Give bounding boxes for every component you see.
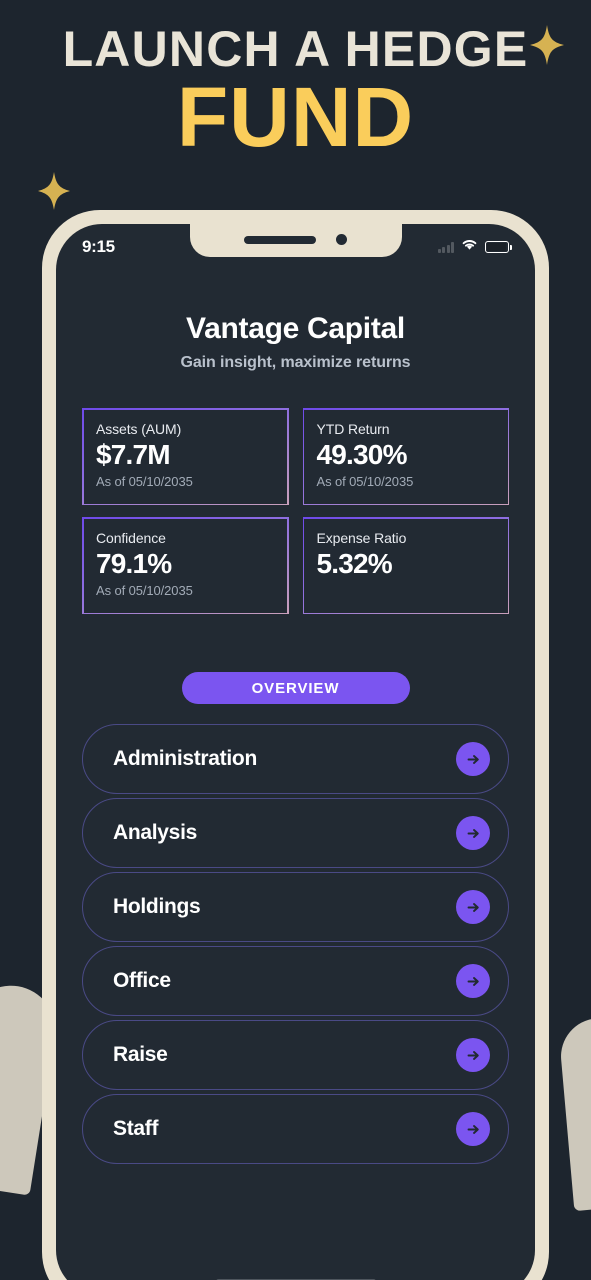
stat-card-expense-ratio: Expense Ratio 5.32%	[302, 517, 509, 614]
stat-value: 79.1%	[96, 548, 172, 579]
poster-canvas: LAUNCH A HEDGE FUND 9:15 Vantage Capital…	[0, 0, 591, 1280]
menu-item-administration[interactable]: Administration	[82, 724, 509, 794]
phone-frame: 9:15 Vantage Capital Gain insight, maxim…	[42, 210, 549, 1280]
headline-line-1: LAUNCH A HEDGE	[62, 21, 529, 77]
stat-value: $7.7M	[96, 439, 171, 470]
stat-label: Confidence	[96, 530, 166, 546]
stat-card-assets: Assets (AUM) $7.7M As of 05/10/2035	[82, 408, 289, 505]
stat-label: Expense Ratio	[316, 530, 407, 546]
stat-value: 5.32%	[316, 548, 393, 579]
stat-card-ytd-return: YTD Return 49.30% As of 05/10/2035	[302, 408, 509, 505]
arrow-right-icon[interactable]	[456, 1112, 490, 1146]
menu-item-label: Analysis	[113, 821, 197, 844]
stat-asof-date: As of 05/10/2035	[96, 474, 193, 490]
background-shape-right	[557, 1014, 591, 1212]
stat-asof-date: As of 05/10/2035	[96, 583, 193, 599]
stats-grid: Assets (AUM) $7.7M As of 05/10/2035 YTD …	[82, 408, 509, 614]
arrow-right-icon[interactable]	[456, 742, 490, 776]
signal-bars-icon	[437, 241, 454, 253]
page-title: Vantage Capital	[186, 312, 405, 345]
stat-label: Assets (AUM)	[96, 421, 182, 437]
menu-list: Administration Analysis Holdings Office …	[82, 724, 509, 1164]
front-camera-icon	[336, 234, 347, 245]
menu-item-label: Raise	[113, 1043, 168, 1066]
overview-button[interactable]: OVERVIEW	[181, 672, 410, 704]
arrow-right-icon[interactable]	[456, 1038, 490, 1072]
battery-icon	[485, 241, 512, 253]
menu-item-office[interactable]: Office	[82, 946, 509, 1016]
stat-card-confidence: Confidence 79.1% As of 05/10/2035	[82, 517, 289, 614]
phone-notch	[189, 224, 402, 257]
arrow-right-icon[interactable]	[456, 816, 490, 850]
menu-item-label: Staff	[113, 1117, 159, 1140]
poster-headline: LAUNCH A HEDGE FUND	[0, 21, 591, 164]
menu-item-analysis[interactable]: Analysis	[82, 798, 509, 868]
app-content: Vantage Capital Gain insight, maximize r…	[56, 276, 535, 1164]
sparkle-icon	[38, 172, 70, 210]
menu-item-raise[interactable]: Raise	[82, 1020, 509, 1090]
menu-item-label: Holdings	[113, 895, 201, 918]
status-bar-icons	[437, 238, 512, 256]
menu-item-label: Office	[113, 969, 171, 992]
menu-item-holdings[interactable]: Holdings	[82, 872, 509, 942]
phone-screen: 9:15 Vantage Capital Gain insight, maxim…	[56, 224, 535, 1280]
menu-item-staff[interactable]: Staff	[82, 1094, 509, 1164]
sparkle-icon	[530, 25, 564, 65]
speaker-slot-icon	[244, 235, 316, 244]
arrow-right-icon[interactable]	[456, 964, 490, 998]
stat-value: 49.30%	[316, 439, 408, 470]
menu-item-label: Administration	[113, 747, 257, 770]
stat-asof-date: As of 05/10/2035	[316, 474, 414, 490]
status-bar-time: 9:15	[82, 237, 115, 256]
arrow-right-icon[interactable]	[456, 890, 490, 924]
page-subtitle: Gain insight, maximize returns	[180, 354, 411, 371]
stat-label: YTD Return	[316, 421, 390, 437]
headline-line-2: FUND	[176, 70, 415, 164]
wifi-icon	[461, 238, 478, 256]
